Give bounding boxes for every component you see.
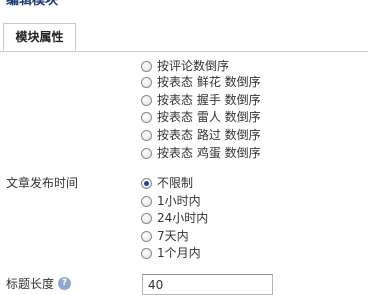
sort-option-shocking[interactable]: 按表态 雷人 数倒序 xyxy=(141,108,261,126)
panel-title: 编辑模块 xyxy=(6,0,59,8)
radio-label: 24小时内 xyxy=(157,211,209,225)
tab-module-properties[interactable]: 模块属性 xyxy=(3,23,76,51)
title-length-row: 标题长度? xyxy=(6,277,72,291)
edit-module-panel: 编辑模块 模块属性 按评论数倒序 按表态 鲜花 数倒序 按表态 握手 数倒序 按… xyxy=(0,0,368,295)
publish-time-option-1m[interactable]: 1个月内 xyxy=(141,244,201,262)
radio-label: 按表态 鸡蛋 数倒序 xyxy=(157,146,261,160)
radio-label: 1个月内 xyxy=(157,246,201,260)
radio-label: 按表态 路过 数倒序 xyxy=(157,128,261,142)
help-icon[interactable]: ? xyxy=(58,277,72,290)
radio-label: 不限制 xyxy=(157,176,194,190)
radio-label: 1小时内 xyxy=(157,194,201,208)
radio-button[interactable] xyxy=(141,94,152,106)
publish-time-option-7d[interactable]: 7天内 xyxy=(141,227,189,245)
tab-bar: 模块属性 xyxy=(0,22,368,52)
radio-label: 按表态 握手 数倒序 xyxy=(157,93,261,107)
radio-button[interactable] xyxy=(141,247,152,259)
title-length-input[interactable] xyxy=(142,274,273,295)
radio-label: 按评论数倒序 xyxy=(157,59,230,73)
radio-button[interactable] xyxy=(141,76,152,88)
radio-button[interactable] xyxy=(141,230,152,242)
radio-button[interactable] xyxy=(141,147,152,159)
sort-option-flowers[interactable]: 按表态 鲜花 数倒序 xyxy=(141,73,261,91)
title-length-label: 标题长度 xyxy=(6,277,55,291)
radio-label: 7天内 xyxy=(157,229,189,243)
radio-button[interactable] xyxy=(141,212,152,224)
radio-button[interactable] xyxy=(141,177,152,189)
publish-time-option-24h[interactable]: 24小时内 xyxy=(141,209,208,227)
publish-time-option-unlimited[interactable]: 不限制 xyxy=(141,174,193,192)
sort-option-handshake[interactable]: 按表态 握手 数倒序 xyxy=(141,91,261,109)
radio-button[interactable] xyxy=(141,111,152,123)
radio-label: 按表态 鲜花 数倒序 xyxy=(157,75,261,89)
publish-time-option-1h[interactable]: 1小时内 xyxy=(141,192,201,210)
sort-option-passing[interactable]: 按表态 路过 数倒序 xyxy=(141,126,261,144)
radio-button[interactable] xyxy=(141,195,152,207)
radio-button[interactable] xyxy=(141,129,152,141)
radio-label: 按表态 雷人 数倒序 xyxy=(157,110,261,124)
publish-time-label: 文章发布时间 xyxy=(6,176,79,190)
radio-button[interactable] xyxy=(141,60,152,72)
sort-option-eggs[interactable]: 按表态 鸡蛋 数倒序 xyxy=(141,144,261,162)
